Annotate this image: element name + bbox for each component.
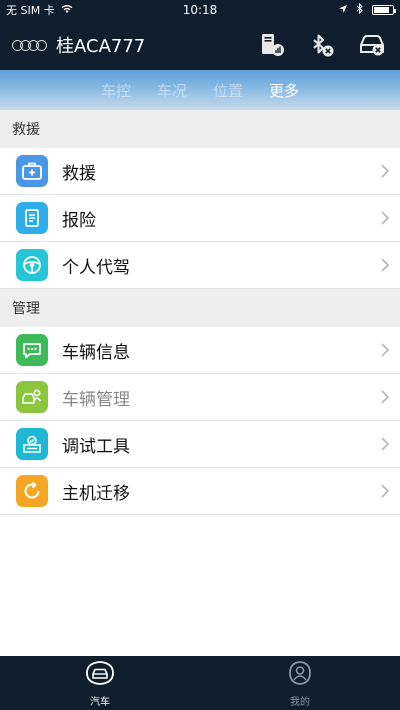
steering-wheel-icon (16, 249, 48, 281)
car-disconnected-icon[interactable] (356, 29, 388, 61)
carrier-text: 无 SIM 卡 (6, 4, 55, 17)
list-item-label: 车辆信息 (62, 342, 130, 363)
section-header-management: 管理 (0, 289, 400, 327)
settings-list: 救援 救援 报险 个人代驾 管理 车辆信息 车辆管理 调试工具 主机迁移 (0, 110, 400, 656)
device-stats-icon[interactable] (256, 29, 288, 61)
tab-location[interactable]: 位置 (213, 80, 243, 101)
list-item-host-migration[interactable]: 主机迁移 (0, 468, 400, 515)
status-time: 10:18 (182, 3, 218, 17)
bottom-nav: 汽车 我的 (0, 656, 400, 710)
document-icon (16, 202, 48, 234)
chevron-right-icon (370, 484, 400, 498)
list-item-label: 个人代驾 (62, 257, 130, 278)
chevron-right-icon (370, 390, 400, 404)
message-icon (16, 334, 48, 366)
list-item-label: 主机迁移 (62, 483, 130, 504)
list-item-insurance-report[interactable]: 报险 (0, 195, 400, 242)
chevron-right-icon (370, 258, 400, 272)
status-bar: 无 SIM 卡 10:18 (0, 0, 400, 20)
audi-logo (12, 39, 47, 51)
battery-icon (372, 5, 396, 15)
car-person-icon (16, 381, 48, 413)
list-item-label: 报险 (62, 210, 96, 231)
app-header: 桂ACA777 (0, 20, 400, 70)
tab-vehicle-status[interactable]: 车况 (157, 80, 187, 101)
list-item-rescue[interactable]: 救援 (0, 148, 400, 195)
debug-tool-icon (16, 428, 48, 460)
location-icon (338, 4, 348, 17)
nav-tab-mine[interactable]: 我的 (200, 656, 400, 710)
wifi-icon (61, 4, 73, 17)
list-item-debug-tools[interactable]: 调试工具 (0, 421, 400, 468)
list-item-designated-driver[interactable]: 个人代驾 (0, 242, 400, 289)
nav-label-mine: 我的 (290, 696, 310, 708)
first-aid-kit-icon (16, 155, 48, 187)
nav-tab-car[interactable]: 汽车 (0, 656, 200, 710)
list-item-label: 救援 (62, 163, 96, 184)
list-item-label: 调试工具 (62, 436, 130, 457)
user-icon (286, 659, 314, 691)
chevron-right-icon (370, 164, 400, 178)
tab-vehicle-control[interactable]: 车控 (101, 80, 131, 101)
chevron-right-icon (370, 211, 400, 225)
battery-level-fill (374, 7, 390, 13)
tab-more[interactable]: 更多 (269, 80, 299, 101)
bluetooth-status-icon (356, 2, 364, 17)
bluetooth-disconnected-icon[interactable] (306, 29, 338, 61)
nav-label-car: 汽车 (90, 696, 110, 708)
list-item-vehicle-info[interactable]: 车辆信息 (0, 327, 400, 374)
chevron-right-icon (370, 343, 400, 357)
migrate-icon (16, 475, 48, 507)
car-icon (84, 659, 116, 691)
list-item-vehicle-management[interactable]: 车辆管理 (0, 374, 400, 421)
list-item-label: 车辆管理 (62, 389, 130, 410)
section-header-rescue: 救援 (0, 110, 400, 148)
top-tabs: 车控 车况 位置 更多 (0, 70, 400, 110)
chevron-right-icon (370, 437, 400, 451)
page-title: 桂ACA777 (56, 36, 146, 57)
